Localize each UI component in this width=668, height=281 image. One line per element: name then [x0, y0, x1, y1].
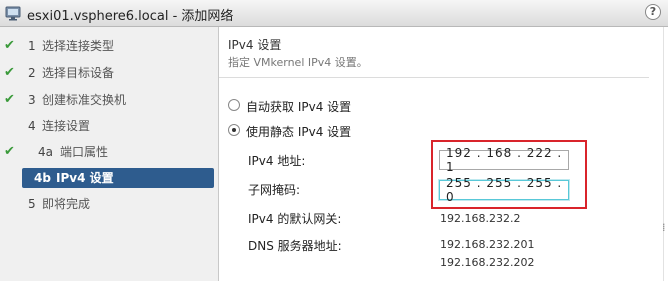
resize-handle-icon[interactable]: ⁞ [662, 221, 666, 234]
section-subtitle: 指定 VMkernel IPv4 设置。 [228, 56, 368, 69]
panel-edge [663, 27, 668, 281]
step-number: 1 [28, 39, 36, 53]
step-label: 选择目标设备 [42, 66, 115, 80]
section-header: IPv4 设置 指定 VMkernel IPv4 设置。 [219, 27, 649, 78]
dialog-title: esxi01.vsphere6.local - 添加网络 [27, 9, 234, 24]
step-select-connection-type[interactable]: ✔ 1 选择连接类型 [4, 36, 214, 56]
step-ipv4-settings[interactable]: 4b IPv4 设置 [22, 168, 214, 188]
static-ipv4-radio[interactable] [228, 124, 240, 136]
step-label: 创建标准交换机 [42, 93, 127, 107]
auto-ipv4-radio[interactable] [228, 99, 240, 111]
step-label: 端口属性 [60, 145, 109, 159]
step-select-target-device[interactable]: ✔ 2 选择目标设备 [4, 63, 214, 83]
default-gateway-value: 192.168.232.2 [440, 212, 521, 225]
step-label: 连接设置 [42, 119, 91, 133]
dialog-title-bar: esxi01.vsphere6.local - 添加网络 ? [0, 0, 668, 27]
ipv4-settings-panel: IPv4 设置 指定 VMkernel IPv4 设置。 自动获取 IPv4 设… [219, 27, 668, 281]
check-icon: ✔ [4, 144, 15, 159]
step-label: IPv4 设置 [56, 171, 114, 185]
step-number: 3 [28, 93, 36, 107]
step-number: 4a [38, 145, 53, 159]
subnet-mask-input[interactable]: 255 . 255 . 255 . 0 [439, 176, 569, 204]
section-title: IPv4 设置 [228, 38, 282, 52]
ipv4-address-input[interactable]: 192 . 168 . 222 . 1 [439, 146, 569, 174]
step-label: 即将完成 [42, 197, 91, 211]
check-icon: ✔ [4, 65, 15, 80]
step-number: 4b [34, 171, 51, 185]
default-gateway-label: IPv4 的默认网关: [248, 212, 342, 226]
step-ready-to-complete[interactable]: 5 即将完成 [4, 194, 214, 214]
static-ipv4-label: 使用静态 IPv4 设置 [246, 125, 352, 139]
step-connection-settings[interactable]: 4 连接设置 [4, 116, 214, 136]
add-network-icon [5, 6, 21, 21]
auto-ipv4-label: 自动获取 IPv4 设置 [246, 100, 352, 114]
dns-server-value-1: 192.168.232.201 [440, 238, 535, 251]
dns-server-value-2: 192.168.232.202 [440, 256, 535, 269]
step-number: 5 [28, 197, 36, 211]
check-icon: ✔ [4, 38, 15, 53]
dns-servers-label: DNS 服务器地址: [248, 239, 342, 253]
help-icon[interactable]: ? [645, 4, 661, 20]
step-create-standard-switch[interactable]: ✔ 3 创建标准交换机 [4, 90, 214, 110]
check-icon: ✔ [4, 92, 15, 107]
wizard-step-nav: ✔ 1 选择连接类型 ✔ 2 选择目标设备 ✔ 3 创建标准交换机 4 连接设置… [0, 27, 219, 281]
step-label: 选择连接类型 [42, 39, 115, 53]
subnet-mask-label: 子网掩码: [248, 183, 301, 197]
step-port-properties[interactable]: ✔ 4a 端口属性 [4, 142, 214, 162]
step-number: 4 [28, 119, 36, 133]
step-number: 2 [28, 66, 36, 80]
ipv4-address-label: IPv4 地址: [248, 154, 306, 168]
